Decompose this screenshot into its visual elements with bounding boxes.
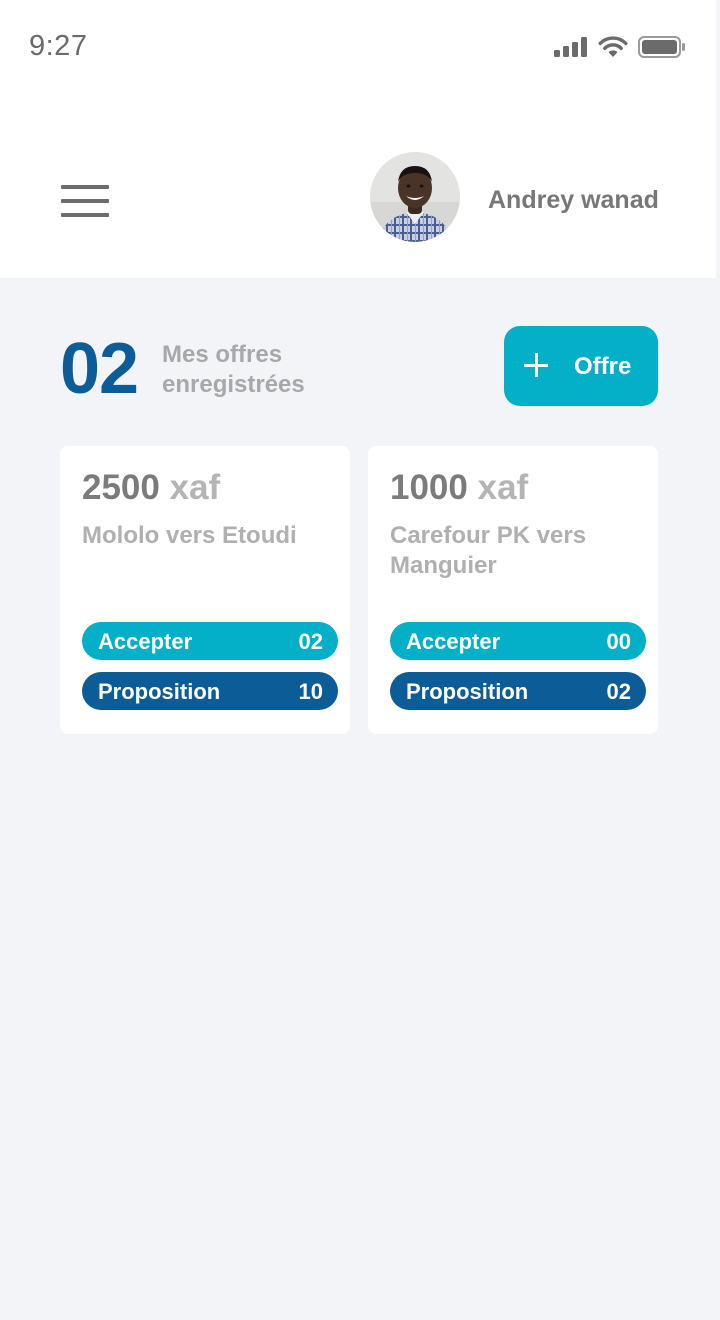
accept-count: 02 — [298, 629, 323, 654]
proposal-badge[interactable]: Proposition 02 — [390, 672, 646, 710]
avatar-photo — [370, 152, 460, 242]
offer-count-label: Mes offres enregistrées — [162, 341, 305, 398]
offer-currency: xaf — [477, 468, 529, 507]
offer-card[interactable]: 1000 xaf Carefour PK vers Manguier Accep… — [368, 446, 658, 734]
wifi-icon — [598, 36, 628, 57]
status-time: 9:27 — [29, 30, 88, 62]
proposal-label: Proposition — [98, 679, 221, 704]
offer-route: Carefour PK vers Manguier — [390, 522, 587, 579]
accept-count: 00 — [606, 629, 631, 654]
menu-line — [61, 213, 109, 217]
proposal-count: 10 — [298, 679, 323, 704]
menu-line — [61, 185, 109, 189]
offer-amount: 2500 — [82, 468, 160, 507]
avatar[interactable] — [370, 152, 460, 242]
accept-label: Accepter — [98, 629, 193, 654]
cellular-signal-icon — [554, 37, 587, 57]
offer-card[interactable]: 2500 xaf Mololo vers Etoudi Accepter 02 … — [60, 446, 350, 734]
accept-badge[interactable]: Accepter 02 — [82, 622, 338, 660]
proposal-count: 02 — [606, 679, 631, 704]
offer-route: Mololo vers Etoudi — [82, 522, 297, 549]
status-icons — [554, 34, 686, 60]
proposal-badge[interactable]: Proposition 10 — [82, 672, 338, 710]
battery-icon — [638, 36, 685, 58]
plus-icon — [524, 353, 548, 377]
offer-currency: xaf — [169, 468, 221, 507]
user-name[interactable]: Andrey wanad — [488, 186, 659, 215]
add-offer-button[interactable]: Offre — [504, 326, 658, 406]
offer-count: 02 — [60, 329, 139, 409]
hamburger-menu-icon[interactable] — [61, 183, 109, 219]
accept-badge[interactable]: Accepter 00 — [390, 622, 646, 660]
proposal-label: Proposition — [406, 679, 529, 704]
offer-price: 1000 xaf — [390, 468, 528, 508]
offer-price: 2500 xaf — [82, 468, 220, 508]
menu-line — [61, 199, 109, 203]
offer-amount: 1000 — [390, 468, 468, 507]
add-offer-button-label: Offre — [574, 353, 632, 380]
accept-label: Accepter — [406, 629, 501, 654]
